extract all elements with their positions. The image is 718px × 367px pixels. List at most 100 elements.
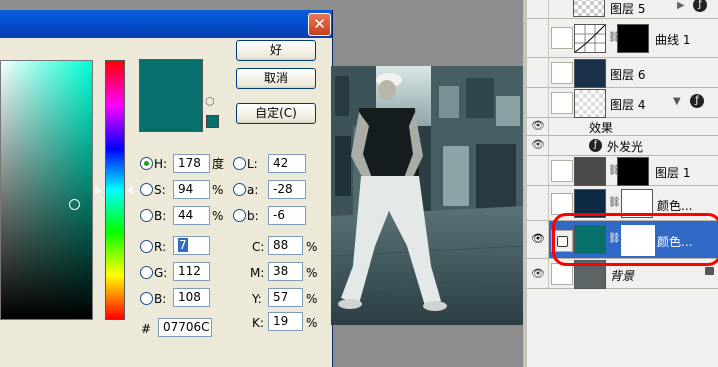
input-r-selection: 7 xyxy=(178,238,188,252)
hue-slider[interactable] xyxy=(105,60,125,320)
web-safe-swatch[interactable] xyxy=(206,115,219,128)
unit-y: % xyxy=(306,292,318,306)
visibility-toggle[interactable]: 👁 xyxy=(527,221,549,258)
visibility-toggle[interactable] xyxy=(527,0,549,18)
eye-icon[interactable]: 👁 xyxy=(531,119,545,132)
fx-icon[interactable]: ƒ xyxy=(690,94,704,108)
layer-row-1[interactable]: ⛓ 图层 1 xyxy=(527,156,718,186)
cube-icon[interactable]: ⬡ xyxy=(205,96,217,108)
label-g: G: xyxy=(154,266,168,280)
outer-glow-row[interactable]: 👁 ƒ 外发光 xyxy=(527,136,718,156)
input-c[interactable]: 88 xyxy=(268,236,303,255)
input-g[interactable]: 112 xyxy=(173,262,210,281)
radio-a[interactable] xyxy=(233,183,246,196)
ok-button[interactable]: 好 xyxy=(236,40,316,61)
input-l[interactable]: 42 xyxy=(268,154,306,173)
radio-r[interactable] xyxy=(140,240,153,253)
visibility-toggle[interactable]: 👁 xyxy=(527,259,549,288)
mask-thumbnail xyxy=(617,24,649,53)
layers-panel: 图层 5 ▶ ƒ ⛓ 曲线 1 图层 6 图层 4 ▼ ƒ 👁 效果 👁 ƒ 外… xyxy=(527,0,718,367)
cancel-button[interactable]: 取消 xyxy=(236,68,316,89)
input-r[interactable]: 7 xyxy=(173,236,210,255)
expand-arrow-icon[interactable]: ▶ xyxy=(677,0,685,11)
label-hex: # xyxy=(141,322,152,336)
label-b: B: xyxy=(154,209,167,223)
layer-row-4[interactable]: 图层 4 ▼ ƒ xyxy=(527,88,718,118)
label-m: M: xyxy=(250,266,265,280)
visibility-toggle[interactable] xyxy=(527,88,549,117)
visibility-toggle[interactable]: 👁 xyxy=(527,136,549,155)
collapse-arrow-icon[interactable]: ▼ xyxy=(673,96,681,107)
current-color-swatch[interactable] xyxy=(139,95,203,132)
layer-name: 图层 6 xyxy=(610,68,646,82)
unit-s: % xyxy=(212,183,224,197)
eye-icon[interactable]: 👁 xyxy=(531,138,545,151)
link-box[interactable] xyxy=(551,263,573,285)
photo-image xyxy=(331,66,523,325)
input-y[interactable]: 57 xyxy=(268,288,303,307)
input-a[interactable]: -28 xyxy=(268,180,306,199)
radio-h[interactable] xyxy=(140,157,153,170)
link-box[interactable] xyxy=(551,92,573,114)
curves-thumbnail-icon xyxy=(574,24,606,53)
link-box[interactable] xyxy=(551,160,573,182)
label-rgb-b: B: xyxy=(154,292,167,306)
link-box[interactable] xyxy=(551,193,573,215)
input-hex[interactable]: 07706C xyxy=(158,318,212,337)
layer-name: 图层 4 xyxy=(610,98,646,112)
input-b[interactable]: 44 xyxy=(173,206,210,225)
visibility-toggle[interactable] xyxy=(527,58,549,87)
input-k[interactable]: 19 xyxy=(268,312,303,331)
radio-l[interactable] xyxy=(233,157,246,170)
layer-row-5[interactable]: 图层 5 ▶ ƒ xyxy=(527,0,718,19)
layer-thumbnail xyxy=(574,59,606,88)
visibility-toggle[interactable]: 👁 xyxy=(527,118,549,135)
chain-icon[interactable]: ⛓ xyxy=(608,165,621,177)
color-field-cursor[interactable] xyxy=(69,199,80,210)
layer-row-curves-1[interactable]: ⛓ 曲线 1 xyxy=(527,19,718,58)
link-box[interactable] xyxy=(551,27,573,49)
radio-lab-b[interactable] xyxy=(233,209,246,222)
label-y: Y: xyxy=(252,292,262,306)
radio-g[interactable] xyxy=(140,266,153,279)
layer-row-6[interactable]: 图层 6 xyxy=(527,58,718,88)
layer-name: 图层 5 xyxy=(610,2,646,16)
unit-h: 度 xyxy=(212,157,225,171)
dialog-titlebar[interactable] xyxy=(0,10,332,38)
visibility-toggle[interactable] xyxy=(527,156,549,185)
hue-slider-left-arrow[interactable] xyxy=(95,185,102,195)
eye-icon[interactable]: 👁 xyxy=(531,232,545,245)
canvas-photo[interactable] xyxy=(331,66,523,325)
input-s[interactable]: 94 xyxy=(173,180,210,199)
input-lab-b[interactable]: -6 xyxy=(268,206,306,225)
input-h[interactable]: 178 xyxy=(173,154,210,173)
radio-b[interactable] xyxy=(140,209,153,222)
eye-icon[interactable]: 👁 xyxy=(531,267,545,280)
hue-slider-right-arrow[interactable] xyxy=(126,185,133,195)
link-box[interactable] xyxy=(551,62,573,84)
label-c: C: xyxy=(252,240,265,254)
label-a: a: xyxy=(247,183,259,197)
unit-b: % xyxy=(212,209,224,223)
radio-rgb-b[interactable] xyxy=(140,292,153,305)
chain-icon[interactable]: ⛓ xyxy=(608,32,621,44)
input-m[interactable]: 38 xyxy=(268,262,303,281)
chain-icon[interactable]: ⛓ xyxy=(608,197,621,209)
fx-icon: ƒ xyxy=(589,139,602,152)
custom-button[interactable]: 自定(C) xyxy=(236,103,316,124)
unit-c: % xyxy=(306,240,318,254)
new-color-swatch xyxy=(139,59,203,96)
layer-name: 曲线 1 xyxy=(655,33,691,47)
highlight-annotation xyxy=(552,213,718,266)
radio-s[interactable] xyxy=(140,183,153,196)
close-button[interactable]: ✕ xyxy=(308,13,331,36)
layer-name: 背景 xyxy=(610,269,635,283)
unit-k: % xyxy=(306,316,318,330)
input-rgb-b[interactable]: 108 xyxy=(173,288,210,307)
visibility-toggle[interactable] xyxy=(527,186,549,220)
effects-row[interactable]: 👁 效果 xyxy=(527,118,718,136)
color-field[interactable] xyxy=(0,60,93,320)
visibility-toggle[interactable] xyxy=(527,19,549,57)
fx-icon[interactable]: ƒ xyxy=(693,0,707,12)
outer-glow-label: 外发光 xyxy=(607,140,644,154)
